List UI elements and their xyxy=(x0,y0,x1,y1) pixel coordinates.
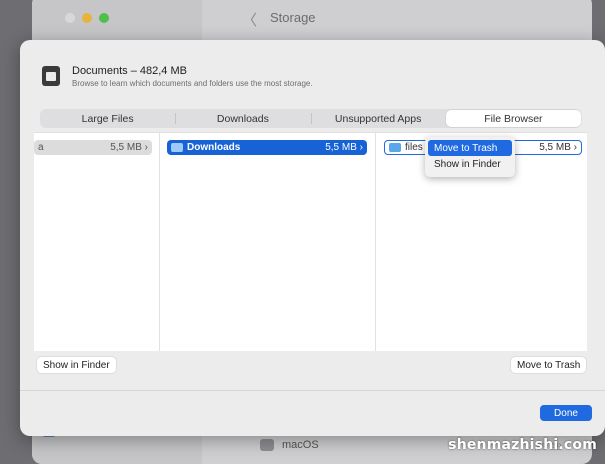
back-chevron-icon[interactable]: 〈 xyxy=(242,9,257,30)
list-item[interactable]: a 5,5 MB › xyxy=(34,140,152,155)
done-button[interactable]: Done xyxy=(540,405,592,421)
browser-column-2[interactable]: Downloads 5,5 MB › xyxy=(159,133,375,351)
watermark: shenmazhishi.com xyxy=(448,437,597,453)
menu-item-show-in-finder[interactable]: Show in Finder xyxy=(428,156,512,172)
move-to-trash-button[interactable]: Move to Trash xyxy=(511,357,587,373)
minimize-window-button[interactable] xyxy=(82,13,92,23)
tab-large-files[interactable]: Large Files xyxy=(40,109,175,128)
folder-icon xyxy=(171,143,183,152)
item-name: a xyxy=(38,142,44,153)
documents-sheet: Documents – 482,4 MB Browse to learn whi… xyxy=(20,40,605,436)
tab-file-browser[interactable]: File Browser xyxy=(445,110,581,127)
sheet-subtitle: Browse to learn which documents and fold… xyxy=(72,79,313,88)
menu-item-move-to-trash[interactable]: Move to Trash xyxy=(428,140,512,156)
item-size: 5,5 MB › xyxy=(539,142,577,153)
folder-icon xyxy=(389,143,401,152)
storage-row-label: macOS xyxy=(282,439,319,451)
storage-row-macos: macOS xyxy=(260,439,319,451)
window-title: Storage xyxy=(270,10,316,25)
tab-downloads[interactable]: Downloads xyxy=(175,109,310,128)
browser-column-1[interactable]: a 5,5 MB › xyxy=(34,133,158,351)
context-menu: Move to Trash Show in Finder xyxy=(425,137,515,177)
zoom-window-button[interactable] xyxy=(99,13,109,23)
show-in-finder-button[interactable]: Show in Finder xyxy=(37,357,116,373)
disk-icon xyxy=(260,439,274,451)
close-window-button[interactable] xyxy=(65,13,75,23)
sheet-title: Documents – 482,4 MB xyxy=(72,65,187,77)
divider xyxy=(20,390,605,391)
item-size: 5,5 MB › xyxy=(325,142,363,153)
list-item-downloads[interactable]: Downloads 5,5 MB › xyxy=(167,140,367,155)
tab-unsupported-apps[interactable]: Unsupported Apps xyxy=(310,109,446,128)
item-size: 5,5 MB › xyxy=(110,142,148,153)
segmented-tabs: Large Files Downloads Unsupported Apps F… xyxy=(40,109,581,128)
item-name: Downloads xyxy=(187,142,241,153)
documents-icon xyxy=(42,66,60,86)
